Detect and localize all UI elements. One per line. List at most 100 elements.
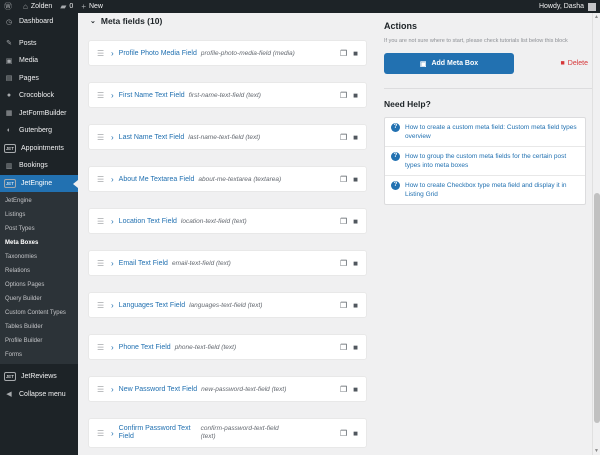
submenu-item-post-types[interactable]: Post Types	[0, 222, 78, 236]
help-link-text[interactable]: How to create a custom meta field: Custo…	[405, 123, 579, 141]
chevron-right-icon[interactable]: ›	[111, 343, 114, 352]
chevron-right-icon[interactable]: ›	[111, 217, 114, 226]
page-scrollbar[interactable]: ▲ ▼	[592, 13, 600, 455]
copy-icon[interactable]: ❐	[340, 217, 347, 226]
help-link[interactable]: ? How to group the custom meta fields fo…	[385, 147, 585, 176]
meta-field-row[interactable]: ☰ › Profile Photo Media Field profile-ph…	[88, 40, 367, 66]
sidebar-item-dashboard[interactable]: ◷ Dashboard	[0, 13, 78, 31]
sidebar-item-media[interactable]: ▣ Media	[0, 52, 78, 70]
meta-field-row[interactable]: ☰ › Phone Text Field phone-text-field (t…	[88, 334, 367, 360]
drag-handle-icon[interactable]: ☰	[97, 91, 105, 100]
field-name[interactable]: Location Text Field	[119, 218, 177, 225]
submenu-item-forms[interactable]: Forms	[0, 348, 78, 362]
copy-icon[interactable]: ❐	[340, 175, 347, 184]
copy-icon[interactable]: ❐	[340, 385, 347, 394]
delete-button[interactable]: ■ Delete	[561, 60, 588, 67]
wp-logo-button[interactable]: Ⓦ	[4, 1, 15, 12]
submenu-item-query-builder[interactable]: Query Builder	[0, 292, 78, 306]
chevron-right-icon[interactable]: ›	[111, 385, 114, 394]
field-name[interactable]: Languages Text Field	[119, 302, 185, 309]
trash-icon[interactable]: ■	[353, 343, 358, 352]
drag-handle-icon[interactable]: ☰	[97, 429, 105, 438]
chevron-right-icon[interactable]: ›	[111, 429, 114, 438]
trash-icon[interactable]: ■	[353, 385, 358, 394]
meta-field-row[interactable]: ☰ › Last Name Text Field last-name-text-…	[88, 124, 367, 150]
help-link[interactable]: ? How to create a custom meta field: Cus…	[385, 118, 585, 147]
drag-handle-icon[interactable]: ☰	[97, 301, 105, 310]
scrollbar-thumb[interactable]	[594, 193, 600, 423]
site-name-link[interactable]: ⌂ Zolden	[23, 2, 52, 11]
trash-icon[interactable]: ■	[353, 259, 358, 268]
copy-icon[interactable]: ❐	[340, 343, 347, 352]
help-link-text[interactable]: How to create Checkbox type meta field a…	[405, 181, 579, 199]
drag-handle-icon[interactable]: ☰	[97, 217, 105, 226]
copy-icon[interactable]: ❐	[340, 133, 347, 142]
help-link[interactable]: ? How to create Checkbox type meta field…	[385, 176, 585, 204]
meta-field-row[interactable]: ☰ › Confirm Password Text Field confirm-…	[88, 418, 367, 448]
chevron-right-icon[interactable]: ›	[111, 49, 114, 58]
meta-field-row[interactable]: ☰ › First Name Text Field first-name-tex…	[88, 82, 367, 108]
field-name[interactable]: First Name Text Field	[119, 92, 185, 99]
sidebar-item-bookings[interactable]: ▥ Bookings	[0, 157, 78, 175]
copy-icon[interactable]: ❐	[340, 259, 347, 268]
submenu-item-custom-content-types[interactable]: Custom Content Types	[0, 306, 78, 320]
chevron-right-icon[interactable]: ›	[111, 175, 114, 184]
submenu-item-options-pages[interactable]: Options Pages	[0, 278, 78, 292]
submenu-item-taxonomies[interactable]: Taxonomies	[0, 250, 78, 264]
trash-icon[interactable]: ■	[353, 217, 358, 226]
chevron-right-icon[interactable]: ›	[111, 133, 114, 142]
sidebar-item-jetformbuilder[interactable]: ▦ JetFormBuilder	[0, 105, 78, 123]
field-name[interactable]: Last Name Text Field	[119, 134, 185, 141]
trash-icon[interactable]: ■	[353, 49, 358, 58]
chevron-right-icon[interactable]: ›	[111, 91, 114, 100]
drag-handle-icon[interactable]: ☰	[97, 49, 105, 58]
drag-handle-icon[interactable]: ☰	[97, 259, 105, 268]
submenu-item-relations[interactable]: Relations	[0, 264, 78, 278]
meta-field-row[interactable]: ☰ › Location Text Field location-text-fi…	[88, 208, 367, 234]
help-link-text[interactable]: How to group the custom meta fields for …	[405, 152, 579, 170]
drag-handle-icon[interactable]: ☰	[97, 385, 105, 394]
field-name[interactable]: Confirm Password Text Field	[119, 425, 197, 441]
account-menu[interactable]: Howdy, Dasha	[539, 2, 596, 11]
trash-icon[interactable]: ■	[353, 175, 358, 184]
sidebar-item-posts[interactable]: ✎ Posts	[0, 35, 78, 53]
meta-field-row[interactable]: ☰ › Languages Text Field languages-text-…	[88, 292, 367, 318]
field-name[interactable]: Email Text Field	[119, 260, 168, 267]
submenu-item-listings[interactable]: Listings	[0, 208, 78, 222]
drag-handle-icon[interactable]: ☰	[97, 343, 105, 352]
sidebar-item-appointments[interactable]: JET Appointments	[0, 140, 78, 158]
drag-handle-icon[interactable]: ☰	[97, 133, 105, 142]
copy-icon[interactable]: ❐	[340, 91, 347, 100]
scroll-down-icon[interactable]: ▼	[594, 448, 599, 454]
sidebar-item-gutenberg[interactable]: ◐ Gutenberg	[0, 122, 78, 140]
field-name[interactable]: About Me Textarea Field	[119, 176, 195, 183]
sidebar-item-pages[interactable]: ▤ Pages	[0, 70, 78, 88]
scroll-up-icon[interactable]: ▲	[594, 14, 599, 20]
copy-icon[interactable]: ❐	[340, 49, 347, 58]
trash-icon[interactable]: ■	[353, 133, 358, 142]
add-meta-box-button[interactable]: ▣ Add Meta Box	[384, 53, 514, 74]
copy-icon[interactable]: ❐	[340, 429, 347, 438]
meta-field-row[interactable]: ☰ › New Password Text Field new-password…	[88, 376, 367, 402]
field-name[interactable]: New Password Text Field	[119, 386, 197, 393]
submenu-item-profile-builder[interactable]: Profile Builder	[0, 334, 78, 348]
comments-link[interactable]: ▰ 0	[60, 2, 73, 11]
submenu-item-jetengine[interactable]: JetEngine	[0, 194, 78, 208]
sidebar-item-jetengine[interactable]: JET JetEngine	[0, 174, 78, 192]
trash-icon[interactable]: ■	[353, 429, 358, 438]
trash-icon[interactable]: ■	[353, 91, 358, 100]
field-name[interactable]: Phone Text Field	[119, 344, 171, 351]
submenu-item-meta-boxes[interactable]: Meta Boxes	[0, 236, 78, 250]
meta-field-row[interactable]: ☰ › Email Text Field email-text-field (t…	[88, 250, 367, 276]
sidebar-item-jetreviews[interactable]: JET JetReviews	[0, 368, 78, 386]
meta-field-row[interactable]: ☰ › About Me Textarea Field about-me-tex…	[88, 166, 367, 192]
new-content-link[interactable]: + New	[81, 2, 103, 11]
chevron-right-icon[interactable]: ›	[111, 259, 114, 268]
submenu-item-tables-builder[interactable]: Tables Builder	[0, 320, 78, 334]
copy-icon[interactable]: ❐	[340, 301, 347, 310]
drag-handle-icon[interactable]: ☰	[97, 175, 105, 184]
collapse-menu-button[interactable]: ◀ Collapse menu	[0, 386, 78, 404]
trash-icon[interactable]: ■	[353, 301, 358, 310]
sidebar-item-crocoblock[interactable]: ● Crocoblock	[0, 87, 78, 105]
meta-fields-toggle[interactable]: ⌄ Meta fields (10)	[78, 13, 371, 29]
